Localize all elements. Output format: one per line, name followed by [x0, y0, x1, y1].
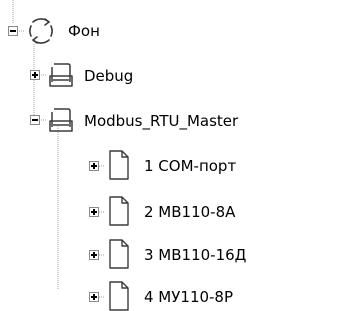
project-tree: Фон Debug Modbus_RTU_Master 1 COM-порт 2…: [0, 0, 356, 311]
tree-node-label[interactable]: 3 МВ110-16Д: [144, 246, 246, 264]
tree-node-mv110-16d[interactable]: 3 МВ110-16Д: [0, 237, 300, 273]
folder-tray-icon: [49, 63, 73, 87]
tree-node-mv110-8a[interactable]: 2 МВ110-8А: [0, 194, 300, 230]
tree-node-debug[interactable]: Debug: [0, 58, 200, 94]
expand-toggle-mv110-8a[interactable]: [89, 207, 99, 217]
expand-toggle-com-port[interactable]: [89, 161, 99, 171]
expand-toggle-debug[interactable]: [30, 70, 40, 80]
folder-tray-icon: [49, 108, 73, 132]
expand-toggle-mv110-16d[interactable]: [89, 250, 99, 260]
tree-node-com-port[interactable]: 1 COM-порт: [0, 148, 300, 184]
document-icon: [109, 281, 129, 311]
document-icon: [109, 150, 129, 180]
tree-node-label[interactable]: Debug: [84, 67, 133, 85]
document-icon: [109, 196, 129, 226]
tree-node-label[interactable]: 1 COM-порт: [144, 157, 236, 175]
refresh-cycle-icon: [29, 18, 53, 44]
expand-toggle-mu110-8r[interactable]: [89, 292, 99, 302]
tree-node-mu110-8r[interactable]: 4 МУ110-8Р: [0, 279, 300, 311]
tree-node-label[interactable]: Фон: [68, 22, 100, 40]
tree-node-modbus-rtu-master[interactable]: Modbus_RTU_Master: [0, 103, 356, 139]
tree-node-label[interactable]: Modbus_RTU_Master: [84, 112, 238, 130]
collapse-toggle-root[interactable]: [8, 26, 18, 36]
tree-node-label[interactable]: 2 МВ110-8А: [144, 203, 235, 221]
collapse-toggle-modbus-rtu-master[interactable]: [30, 115, 40, 125]
document-icon: [109, 239, 129, 269]
tree-node-root[interactable]: Фон: [0, 13, 160, 49]
tree-node-label[interactable]: 4 МУ110-8Р: [144, 288, 233, 306]
